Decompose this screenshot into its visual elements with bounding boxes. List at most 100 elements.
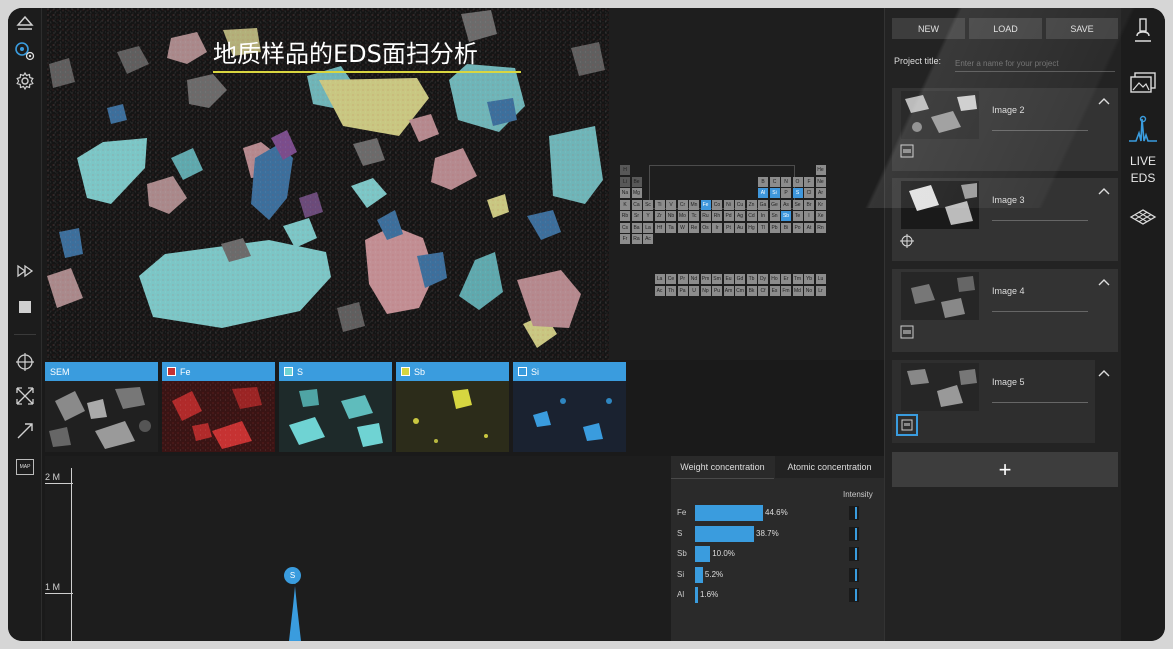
acquire-target-icon[interactable]	[12, 40, 38, 62]
element-cell[interactable]: Ar	[815, 188, 826, 198]
element-cell[interactable]: Li	[620, 176, 630, 187]
load-button[interactable]: LOAD	[969, 18, 1042, 39]
element-cell[interactable]: Te	[792, 211, 803, 221]
intensity-slider[interactable]	[849, 526, 859, 541]
eject-icon[interactable]	[12, 12, 38, 34]
element-cell[interactable]: P	[781, 188, 791, 198]
peak-label-s[interactable]: S	[284, 567, 301, 584]
element-cell[interactable]: Ra	[631, 234, 642, 244]
element-cell[interactable]: Th	[666, 285, 676, 296]
element-cell[interactable]: Xe	[815, 211, 826, 221]
element-cell[interactable]: Lr	[815, 285, 826, 296]
element-cell[interactable]: Hg	[746, 222, 757, 233]
map-icon[interactable]	[900, 325, 914, 339]
element-cell[interactable]: Cf	[758, 285, 768, 296]
live-eds-label[interactable]: LIVE EDS	[1123, 153, 1163, 187]
thumb-sb[interactable]: Sb	[396, 362, 509, 452]
element-cell[interactable]: Au	[735, 222, 745, 233]
crosshair-icon[interactable]	[900, 234, 914, 248]
surface-map-icon[interactable]	[1128, 202, 1158, 232]
microscope-icon[interactable]	[1128, 16, 1158, 46]
element-cell[interactable]: Zn	[746, 199, 757, 210]
element-cell[interactable]: Po	[792, 222, 803, 233]
element-cell[interactable]: Mn	[689, 199, 699, 210]
element-cell[interactable]: He	[815, 165, 826, 175]
element-cell[interactable]: Fm	[781, 285, 791, 296]
thumb-fe[interactable]: Fe	[162, 362, 275, 452]
element-cell[interactable]: Mg	[631, 188, 642, 198]
live-eds-spectrum-icon[interactable]	[1128, 114, 1158, 144]
line-arrow-icon[interactable]	[12, 420, 38, 442]
settings-gear-icon[interactable]	[12, 70, 38, 92]
element-cell[interactable]: La	[654, 274, 665, 284]
element-cell[interactable]: Pu	[712, 285, 722, 296]
element-cell[interactable]: Ir	[712, 222, 722, 233]
thumb-s[interactable]: S	[279, 362, 392, 452]
element-cell[interactable]: Pa	[677, 285, 688, 296]
element-cell[interactable]: Rb	[620, 211, 630, 221]
intensity-slider[interactable]	[849, 506, 859, 520]
element-cell[interactable]: Ag	[735, 211, 745, 221]
image-card-5[interactable]: Image 5	[892, 360, 1110, 443]
element-cell[interactable]: Be	[631, 176, 642, 187]
element-cell[interactable]: Tc	[689, 211, 699, 221]
element-cell[interactable]: U	[689, 285, 699, 296]
chevron-up-icon[interactable]	[1098, 278, 1110, 286]
element-cell[interactable]: At	[804, 222, 814, 233]
element-cell[interactable]: Ru	[700, 211, 711, 221]
intensity-slider[interactable]	[849, 588, 859, 602]
element-cell[interactable]: Kr	[815, 199, 826, 210]
element-cell[interactable]: Sb	[781, 211, 791, 221]
element-cell[interactable]: Ta	[666, 222, 676, 233]
image-gallery-icon[interactable]	[1128, 68, 1158, 98]
element-cell[interactable]: Yb	[804, 274, 814, 284]
element-cell[interactable]: K	[620, 199, 630, 210]
element-cell[interactable]: Ne	[815, 176, 826, 187]
element-cell[interactable]: S	[792, 188, 803, 198]
element-cell[interactable]: Pr	[677, 274, 688, 284]
add-image-button[interactable]: +	[892, 452, 1118, 487]
element-cell[interactable]: As	[781, 199, 791, 210]
element-cell[interactable]: Pb	[769, 222, 780, 233]
element-cell[interactable]: Cl	[804, 188, 814, 198]
element-cell[interactable]: Ac	[654, 285, 665, 296]
element-cell[interactable]: Np	[700, 285, 711, 296]
element-cell[interactable]: Ac	[643, 234, 653, 244]
element-cell[interactable]: C	[769, 176, 780, 187]
element-cell[interactable]: Ti	[654, 199, 665, 210]
element-cell[interactable]: Hf	[654, 222, 665, 233]
chevron-up-icon[interactable]	[1098, 187, 1110, 195]
element-cell[interactable]: Tm	[792, 274, 803, 284]
stop-icon[interactable]	[12, 296, 38, 318]
element-cell[interactable]: Ge	[769, 199, 780, 210]
element-cell[interactable]: Dy	[758, 274, 768, 284]
element-cell[interactable]: Cs	[620, 222, 630, 233]
element-cell[interactable]: Es	[769, 285, 780, 296]
element-cell[interactable]: Tb	[746, 274, 757, 284]
element-cell[interactable]: Fr	[620, 234, 630, 244]
thumb-si[interactable]: Si	[513, 362, 626, 452]
element-cell[interactable]: Ho	[769, 274, 780, 284]
element-cell[interactable]: Pt	[723, 222, 734, 233]
new-button[interactable]: NEW	[892, 18, 965, 39]
eds-spectrum[interactable]: 2 M 1 M S	[45, 456, 671, 641]
element-cell[interactable]: Nd	[689, 274, 699, 284]
element-cell[interactable]: Na	[620, 188, 630, 198]
element-cell[interactable]: Mo	[677, 211, 688, 221]
element-cell[interactable]: Si	[769, 188, 780, 198]
element-cell[interactable]: La	[643, 222, 653, 233]
element-cell[interactable]: Bi	[781, 222, 791, 233]
element-cell[interactable]: Y	[643, 211, 653, 221]
element-cell[interactable]: Cd	[746, 211, 757, 221]
project-title-input[interactable]	[955, 55, 1115, 72]
tab-weight-concentration[interactable]: Weight concentration	[671, 456, 774, 479]
element-cell[interactable]: Fe	[700, 199, 711, 210]
image-card-3[interactable]: Image 3	[892, 178, 1118, 261]
element-cell[interactable]: Ni	[723, 199, 734, 210]
element-cell[interactable]: V	[666, 199, 676, 210]
element-cell[interactable]: H	[620, 165, 630, 175]
element-cell[interactable]: Ca	[631, 199, 642, 210]
element-cell[interactable]: Tl	[758, 222, 768, 233]
element-cell[interactable]: Rh	[712, 211, 722, 221]
element-cell[interactable]: Sn	[769, 211, 780, 221]
